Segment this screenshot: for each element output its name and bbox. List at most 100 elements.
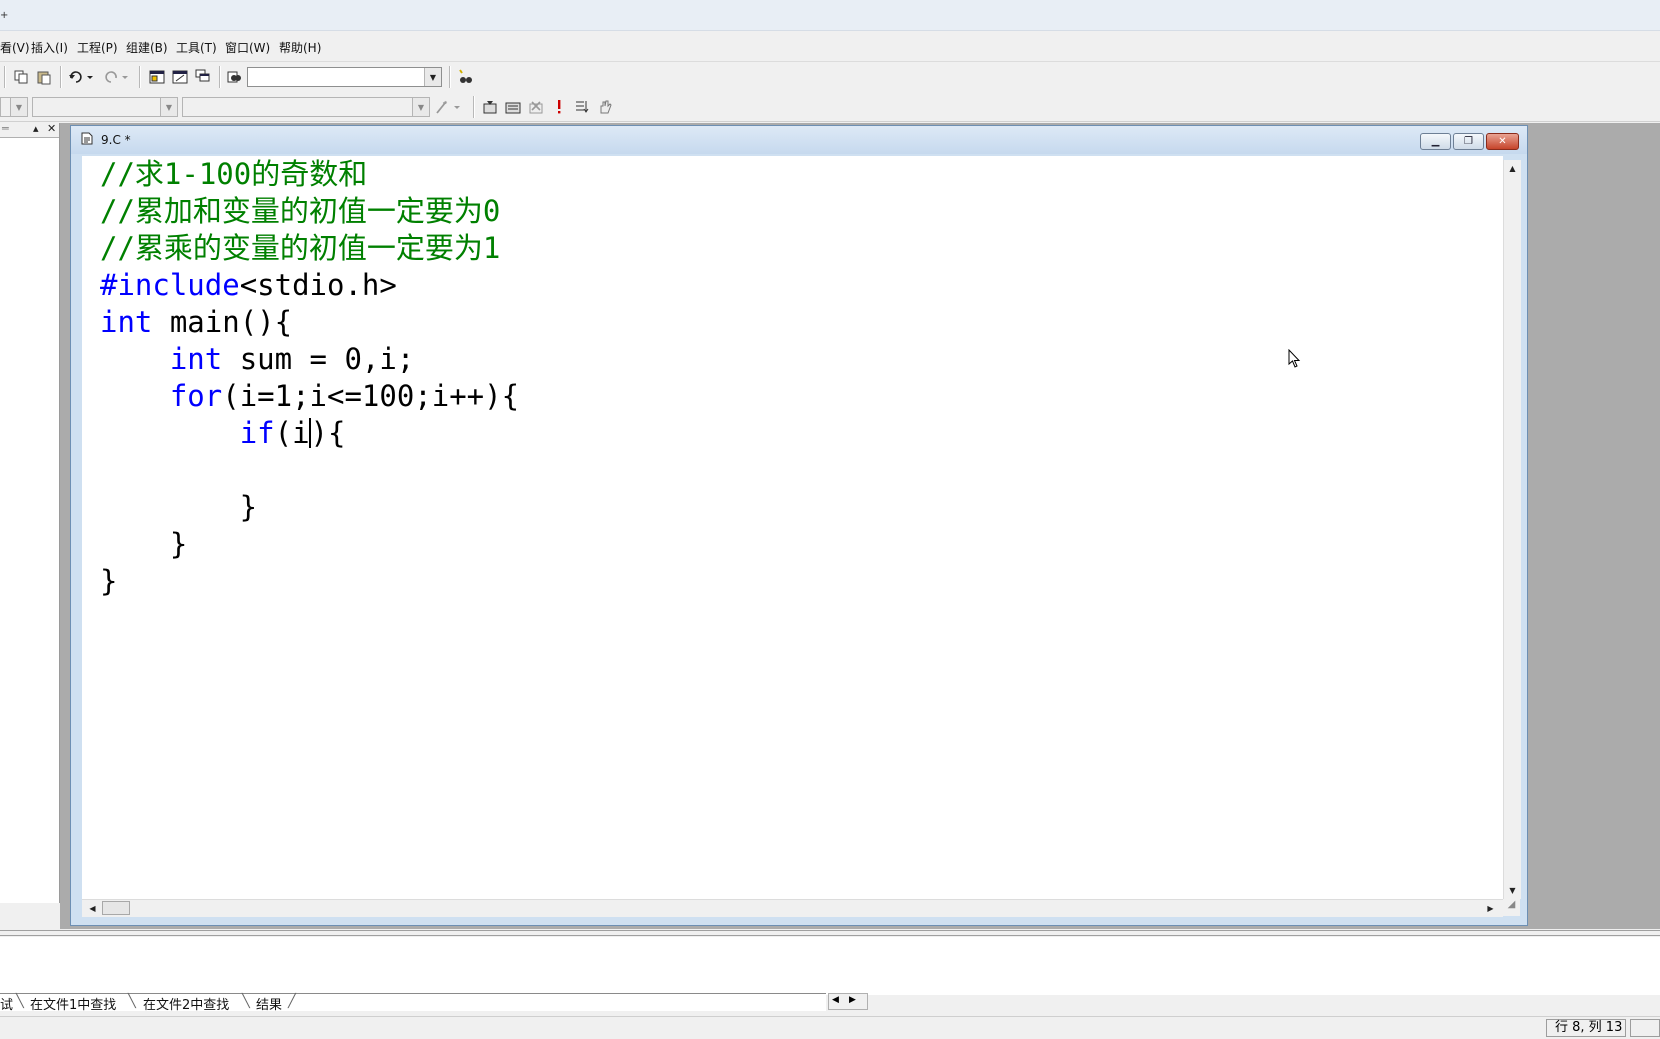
code-text[interactable]: //求1-100的奇数和//累加和变量的初值一定要为0//累乘的变量的初值一定要… [100,156,519,600]
workspace-pane-header: ═ ▴ ✕ [0,122,59,138]
execute-icon[interactable] [549,97,569,117]
code-keyword: int [100,305,153,339]
code-line[interactable]: } [100,489,519,526]
status-indicator [1630,1019,1660,1037]
chevron-down-icon[interactable]: ▼ [412,98,429,116]
menu-project[interactable]: 工程(P) [77,39,118,56]
breakpoint-hand-icon[interactable] [595,97,615,117]
code-token: <stdio.h> [239,268,397,302]
scroll-left-icon[interactable]: ◀ [84,900,101,917]
go-icon[interactable] [572,97,592,117]
code-line[interactable]: } [100,563,519,600]
menu-bar: 看(V) 插入(I) 工程(P) 组建(B) 工具(T) 窗口(W) 帮助(H) [0,31,1660,62]
code-line[interactable]: int sum = 0,i; [100,341,519,378]
tab-find-in-files-1[interactable]: 在文件1中查找 [30,994,116,1013]
workspace-icon[interactable] [147,67,167,87]
document-title: 9.C * [101,133,131,147]
member-combo[interactable]: ▼ [182,97,430,117]
code-line[interactable]: //求1-100的奇数和 [100,156,519,193]
tab-debug[interactable]: 试 [0,994,13,1013]
stop-build-icon[interactable] [526,97,546,117]
code-line[interactable]: } [100,526,519,563]
toolbar-separator [139,66,141,88]
close-button[interactable]: ✕ [1486,133,1519,150]
toolbar-separator [219,66,221,88]
code-line[interactable]: //累乘的变量的初值一定要为1 [100,230,519,267]
tab-divider: ╲ [128,994,136,1009]
menu-insert[interactable]: 插入(I) [31,39,68,56]
close-icon[interactable]: ✕ [47,122,56,135]
document-caption-bar[interactable]: 9.C * ▁ ❐ ✕ [71,126,1527,154]
menu-window[interactable]: 窗口(W) [225,39,270,56]
code-line[interactable]: int main(){ [100,304,519,341]
mouse-pointer-icon [1288,348,1302,372]
code-token: } [100,490,258,524]
copy-icon[interactable] [11,67,31,87]
tab-find-in-files-2[interactable]: 在文件2中查找 [143,994,229,1013]
code-token: (i=1;i<=100;i++){ [222,379,520,413]
vertical-scrollbar[interactable]: ▲ ▼ [1503,160,1521,899]
close-icon: ✕ [1498,136,1507,147]
gripper-icon: ═ [2,122,9,135]
chevron-down-icon[interactable]: ▼ [424,68,441,86]
code-line[interactable]: //累加和变量的初值一定要为0 [100,193,519,230]
horizontal-scrollbar[interactable]: ◀ ▶ [82,899,1503,917]
maximize-pane-icon[interactable]: ▴ [33,122,39,135]
paste-icon[interactable] [34,67,54,87]
resize-grip-icon[interactable]: ◢ [1503,899,1520,916]
scroll-left-icon[interactable]: ◀ [832,995,839,1005]
class-combo[interactable]: ▼ [32,97,178,117]
tab-results[interactable]: 结果 [256,994,282,1013]
window-list-icon[interactable] [193,67,213,87]
find-icon[interactable] [455,67,475,87]
scroll-right-icon[interactable]: ▶ [1482,900,1499,917]
document-icon [81,132,93,148]
minimize-icon: ▁ [1431,136,1440,147]
code-token: (i [274,416,310,450]
wizard-icon[interactable] [433,97,463,117]
tab-divider: ╱ [288,994,296,1009]
menu-view[interactable]: 看(V) [0,39,30,56]
scroll-down-icon[interactable]: ▼ [1504,882,1521,899]
code-line[interactable]: #include<stdio.h> [100,267,519,304]
standard-toolbar: ▼ [0,62,1660,92]
code-keyword: if [239,416,275,450]
minimize-button[interactable]: ▁ [1420,133,1451,150]
redo-icon[interactable] [101,67,131,87]
chevron-down-icon[interactable]: ▼ [160,98,177,116]
code-keyword: int [169,342,223,376]
code-comment: //求1-100的奇数和 [100,157,368,191]
menu-build[interactable]: 组建(B) [126,39,168,56]
code-line[interactable]: for(i=1;i<=100;i++){ [100,378,519,415]
scroll-up-icon[interactable]: ▲ [1504,160,1521,177]
chevron-down-icon[interactable]: ▼ [10,98,27,116]
code-token: } [100,527,188,561]
tab-scroll-buttons[interactable]: ◀ ▶ [828,993,868,1010]
scroll-right-icon[interactable]: ▶ [849,995,856,1005]
restore-button[interactable]: ❐ [1453,133,1484,150]
workspace-pane[interactable]: ═ ▴ ✕ [0,122,61,903]
horizontal-scroll-thumb[interactable] [102,901,130,915]
code-comment: //累乘的变量的初值一定要为1 [100,231,501,265]
output-splitter[interactable] [0,930,1660,936]
build-icon[interactable] [503,97,523,117]
tab-divider: ╲ [16,994,24,1009]
code-line[interactable]: if(i){ [100,415,519,452]
menu-tools[interactable]: 工具(T) [176,39,217,56]
undo-icon[interactable] [66,67,96,87]
app-icon: + [0,10,9,21]
toolbar-separator [4,66,6,88]
find-in-files-icon[interactable] [225,67,245,87]
output-window-icon[interactable] [170,67,190,87]
menu-help[interactable]: 帮助(H) [279,39,321,56]
code-line[interactable] [100,452,519,489]
find-combo[interactable]: ▼ [247,67,442,87]
code-editor[interactable]: //求1-100的奇数和//累加和变量的初值一定要为0//累乘的变量的初值一定要… [82,156,1503,899]
scope-combo[interactable]: ▼ [0,97,28,117]
output-pane[interactable] [0,937,1660,995]
code-keyword: for [169,379,223,413]
compile-icon[interactable] [480,97,500,117]
toolbar-separator [60,66,62,88]
restore-icon: ❐ [1464,136,1473,147]
